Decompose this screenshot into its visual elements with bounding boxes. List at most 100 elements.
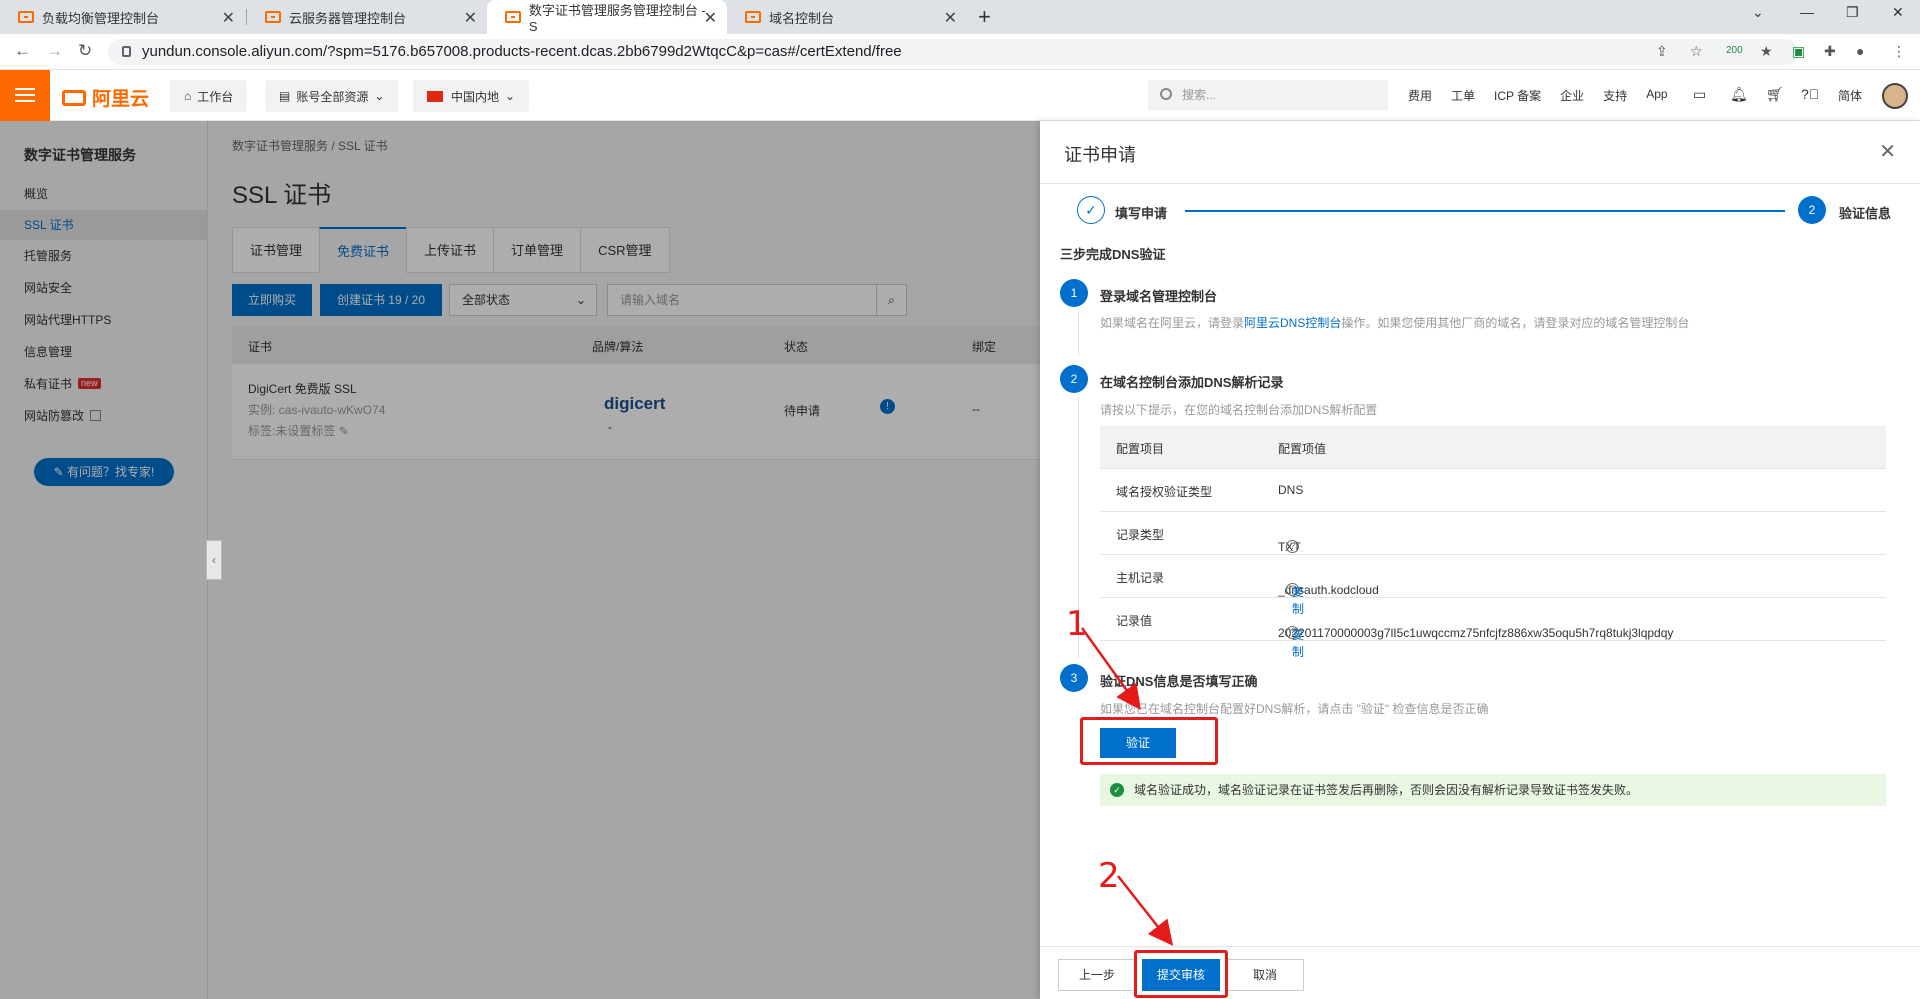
profile-icon[interactable]: ● [1856,43,1864,59]
extension-icon[interactable]: ★ [1760,43,1773,60]
resources-dropdown[interactable]: ▤ 账号全部资源 ⌄ [265,80,399,112]
search-icon [1160,88,1172,100]
console-header: 阿里云 ⌂ 工作台 ▤ 账号全部资源 ⌄ 中国内地 ⌄ 搜索... 费用 工单 … [0,70,1920,121]
bookmark-star-icon[interactable]: ☆ [1690,43,1703,60]
logo-text: 阿里云 [92,89,150,110]
substep-2-number: 2 [1060,365,1088,393]
cancel-button[interactable]: 取消 [1226,959,1304,991]
url-field[interactable]: yundun.console.aliyun.com/?spm=5176.b657… [108,39,1798,65]
terminal-icon[interactable]: ▭ [1693,86,1706,103]
url-text: yundun.console.aliyun.com/?spm=5176.b657… [142,43,902,60]
config-value: DNS [1278,483,1304,497]
browser-tab[interactable]: 云服务器管理控制台 ✕ [247,0,487,34]
search-placeholder: 搜索... [1182,88,1217,102]
header-link-billing[interactable]: 费用 [1408,87,1432,104]
aliyun-favicon-icon [745,11,761,23]
highlight-box [1080,717,1218,765]
cart-icon[interactable]: 🛒︎ [1766,86,1784,103]
extension-icon[interactable]: ▣ [1792,43,1805,60]
step-progress-line [1185,210,1785,212]
aliyun-favicon-icon [265,11,281,23]
dns-console-link[interactable]: 阿里云DNS控制台 [1244,316,1341,330]
browser-tab[interactable]: 域名控制台 ✕ [727,0,967,34]
extensions-puzzle-icon[interactable]: ✚ [1824,43,1836,60]
step-2-label: 验证信息 [1839,206,1892,221]
close-icon[interactable]: ✕ [1879,139,1896,164]
bell-icon[interactable]: 🔔︎ [1730,86,1748,103]
aliyun-logo[interactable]: 阿里云 [62,84,149,111]
close-icon[interactable]: ✕ [222,8,235,28]
drawer-title: 证书申请 [1064,145,1136,165]
close-icon[interactable]: ✕ [944,8,957,28]
step-2-number: 2 [1798,196,1826,224]
tab-title: 云服务器管理控制台 [289,10,407,26]
success-alert: ✓ 域名验证成功，域名验证记录在证书签发后再删除，否则会因没有解析记录导致证书签… [1100,774,1886,806]
reload-icon[interactable]: ↻ [78,41,92,61]
tab-search-icon[interactable]: ⌄ [1752,4,1764,21]
lock-icon [122,46,131,57]
substep-2-desc: 请按以下提示，在您的域名控制台添加DNS解析配置 [1100,403,1378,417]
menu-icon[interactable] [0,70,50,121]
table-row: 主机记录 _dnsauth.kodcloud? 复制 [1100,555,1886,616]
forward-icon[interactable]: → [46,41,63,61]
minimize-icon[interactable]: — [1800,4,1814,20]
chevron-down-icon: ⌄ [505,89,516,103]
dns-verify-heading: 三步完成DNS验证 [1060,247,1166,262]
step-1-label: 填写申请 [1115,206,1168,221]
annotation-number: 1 [1066,604,1088,644]
header-link-ticket[interactable]: 工单 [1451,87,1475,104]
substep-1-title: 登录域名管理控制台 [1100,289,1218,304]
restore-icon[interactable]: ❐ [1846,4,1859,21]
column-header: 配置项值 [1278,442,1327,456]
substep-3-number: 3 [1060,664,1088,692]
close-icon[interactable]: ✕ [704,8,717,28]
config-item: 记录类型 [1116,528,1165,542]
modal-overlay[interactable] [0,121,1040,999]
substep-2-title: 在域名控制台添加DNS解析记录 [1100,375,1284,390]
back-icon[interactable]: ← [14,41,31,61]
close-icon[interactable]: ✕ [464,8,477,28]
header-link-icp[interactable]: ICP 备案 [1494,87,1541,104]
resources-icon: ▤ [279,89,291,103]
workbench-label: 工作台 [197,89,234,104]
tab-title: 数字证书管理服务管理控制台 - S [528,3,706,34]
config-item: 记录值 [1116,614,1153,628]
table-row: 记录类型 TXT? [1100,512,1886,555]
collapse-sidebar-icon[interactable]: ‹ [206,540,222,580]
workbench-button[interactable]: ⌂ 工作台 [170,80,248,112]
header-links: 费用 工单 ICP 备案 企业 支持 App [1408,87,1668,104]
check-icon: ✓ [1077,196,1105,224]
header-link-support[interactable]: 支持 [1603,87,1627,104]
menu-dots-icon[interactable]: ⋮ [1892,43,1906,60]
new-tab-icon[interactable]: + [978,4,991,30]
header-link-app[interactable]: App [1646,87,1667,104]
browser-tab-active[interactable]: 数字证书管理服务管理控制台 - S ✕ [487,0,727,34]
browser-tab[interactable]: 负载均衡管理控制台 ✕ [0,0,245,34]
tab-title: 负载均衡管理控制台 [42,10,160,26]
region-dropdown[interactable]: 中国内地 ⌄ [413,80,530,112]
close-window-icon[interactable]: ✕ [1892,4,1904,21]
extension-badge[interactable]: 200 [1726,45,1743,56]
resources-label: 账号全部资源 [296,89,369,104]
substep-3-desc: 如果您已在域名控制台配置好DNS解析，请点击 "验证" 检查信息是否正确 [1100,702,1489,716]
language-switch[interactable]: 简体 [1838,87,1862,104]
substep-1-desc: 如果域名在阿里云，请登录阿里云DNS控制台操作。如果您使用其他厂商的域名，请登录… [1100,316,1690,330]
copy-value-button[interactable]: 复制 [1292,626,1304,660]
config-item: 域名授权验证类型 [1116,485,1213,499]
help-icon[interactable]: ? [1286,540,1299,553]
annotation-number: 2 [1098,856,1120,896]
success-check-icon: ✓ [1110,783,1124,797]
header-link-enterprise[interactable]: 企业 [1560,87,1584,104]
help-icon[interactable]: ?⃝ [1801,86,1819,102]
chevron-down-icon: ⌄ [374,89,385,103]
china-flag-icon [427,90,443,102]
success-message: 域名验证成功，域名验证记录在证书签发后再删除，否则会因没有解析记录导致证书签发失… [1134,783,1639,797]
tab-title: 域名控制台 [769,10,835,26]
aliyun-favicon-icon [505,11,521,23]
console-search-input[interactable]: 搜索... [1148,80,1388,110]
prev-step-button[interactable]: 上一步 [1058,959,1136,991]
table-row: 域名授权验证类型 DNS [1100,469,1886,512]
home-icon: ⌂ [184,89,192,103]
share-icon[interactable]: ⇪ [1656,43,1668,60]
avatar[interactable] [1882,83,1908,109]
